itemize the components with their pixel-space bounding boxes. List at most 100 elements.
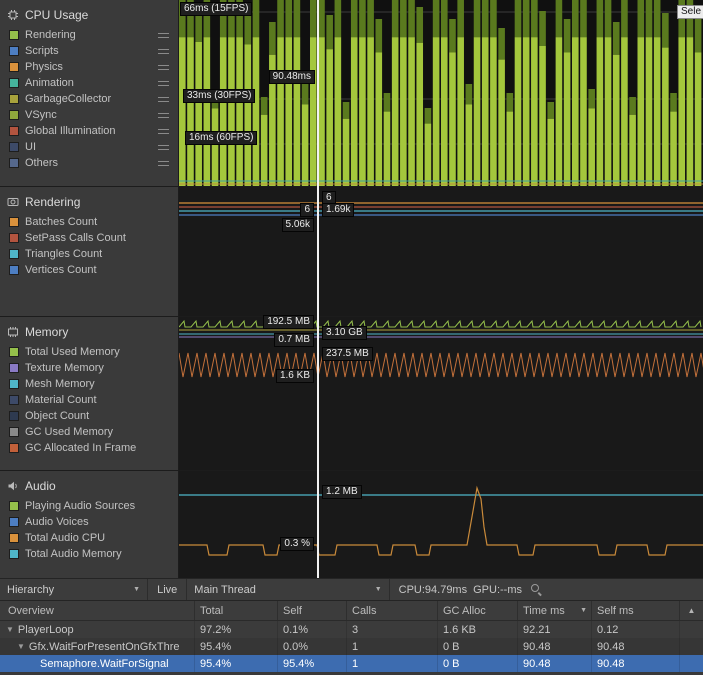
module-title-memory: Memory [25, 325, 69, 339]
legend-item-garbagecollector[interactable]: GarbageCollector [0, 91, 178, 107]
drag-handle-icon[interactable] [158, 161, 169, 166]
drag-handle-icon[interactable] [158, 49, 169, 54]
foldout-open-icon[interactable]: ▼ [6, 625, 14, 634]
drag-handle-icon[interactable] [158, 65, 169, 70]
legend-label: VSync [25, 109, 57, 121]
frame-selection-line[interactable] [317, 0, 319, 578]
legend-item-triangles-count[interactable]: Triangles Count [0, 246, 178, 262]
column-header-self-ms[interactable]: Self ms [592, 601, 680, 620]
table-row-playerloop[interactable]: ▼ PlayerLoop 97.2% 0.1% 3 1.6 KB 92.21 0.12 [0, 621, 703, 638]
rendering-legend: Batches Count SetPass Calls Count Triangle… [0, 214, 178, 278]
row-value-cell: 90.48 [518, 638, 592, 655]
drag-handle-icon[interactable] [158, 129, 169, 134]
drag-handle-icon[interactable] [158, 33, 169, 38]
table-body: ▼ PlayerLoop 97.2% 0.1% 3 1.6 KB 92.21 0.12 ▼ Gfx… [0, 621, 703, 675]
column-header-total[interactable]: Total [195, 601, 278, 620]
legend-item-ui[interactable]: UI [0, 139, 178, 155]
rendering-chart[interactable] [179, 187, 703, 316]
drag-handle-icon[interactable] [158, 113, 169, 118]
cpu-module: CPU Usage Rendering Scripts Physics Animati… [0, 0, 703, 186]
column-header-self[interactable]: Self [278, 601, 347, 620]
legend-item-scripts[interactable]: Scripts [0, 43, 178, 59]
legend-label: Object Count [25, 410, 90, 422]
legend-color-swatch [9, 379, 19, 389]
memory-16kb-label: 1.6 KB [275, 369, 314, 383]
cpu-33ms-label: 33ms (30FPS) [183, 89, 256, 103]
legend-item-object-count[interactable]: Object Count [0, 408, 178, 424]
legend-label: UI [25, 141, 36, 153]
legend-item-vertices-count[interactable]: Vertices Count [0, 262, 178, 278]
memory-header[interactable]: Memory [0, 317, 178, 344]
row-value-cell: 0 B [438, 638, 518, 655]
rendering-header[interactable]: Rendering [0, 187, 178, 214]
legend-item-audio-voices[interactable]: Audio Voices [0, 514, 178, 530]
cpu-legend: Rendering Scripts Physics Animation GarbageC… [0, 27, 178, 171]
legend-item-global-illumination[interactable]: Global Illumination [0, 123, 178, 139]
foldout-open-icon[interactable]: ▼ [17, 642, 25, 651]
legend-item-gc-used-memory[interactable]: GC Used Memory [0, 424, 178, 440]
scroll-up-icon[interactable]: ▲ [680, 601, 703, 620]
search-icon[interactable] [530, 583, 543, 596]
legend-item-material-count[interactable]: Material Count [0, 392, 178, 408]
module-title-audio: Audio [25, 479, 56, 493]
audio-chart[interactable] [179, 471, 703, 578]
legend-label: Mesh Memory [25, 378, 95, 390]
legend-label: Rendering [25, 29, 76, 41]
drag-handle-icon[interactable] [158, 97, 169, 102]
column-header-gc-alloc[interactable]: GC Alloc [438, 601, 518, 620]
rendering-sidebar: Rendering Batches Count SetPass Calls Cou… [0, 187, 179, 316]
legend-item-playing-audio-sources[interactable]: Playing Audio Sources [0, 498, 178, 514]
row-value-cell: 92.21 [518, 621, 592, 638]
table-row-semaphore-waitforsignal[interactable]: Semaphore.WaitForSignal 95.4% 95.4% 1 0 B 90.… [0, 655, 703, 672]
column-header-calls[interactable]: Calls [347, 601, 438, 620]
legend-color-swatch [9, 94, 19, 104]
legend-color-swatch [9, 363, 19, 373]
live-toggle[interactable]: Live [148, 579, 188, 600]
drag-handle-icon[interactable] [158, 81, 169, 86]
legend-item-vsync[interactable]: VSync [0, 107, 178, 123]
row-label: PlayerLoop [17, 623, 74, 636]
legend-item-mesh-memory[interactable]: Mesh Memory [0, 376, 178, 392]
column-header-time-ms[interactable]: Time ms ▼ [518, 601, 592, 620]
legend-color-swatch [9, 142, 19, 152]
sort-indicator-icon: ▼ [580, 607, 587, 614]
audio-header[interactable]: Audio [0, 471, 178, 498]
table-row-gfx-waitforpresentongfxthre[interactable]: ▼ Gfx.WaitForPresentOnGfxThre 95.4% 0.0% 1 0 … [0, 638, 703, 655]
legend-color-swatch [9, 46, 19, 56]
legend-item-batches-count[interactable]: Batches Count [0, 214, 178, 230]
legend-label: Triangles Count [25, 248, 103, 260]
legend-color-swatch [9, 217, 19, 227]
legend-color-swatch [9, 443, 19, 453]
legend-item-physics[interactable]: Physics [0, 59, 178, 75]
cpu-usage-header[interactable]: CPU Usage [0, 0, 178, 27]
row-tail-cell [680, 655, 703, 672]
legend-item-total-used-memory[interactable]: Total Used Memory [0, 344, 178, 360]
legend-item-total-audio-cpu[interactable]: Total Audio CPU [0, 530, 178, 546]
detail-toolbar: Hierarchy ▼ Live Main Thread ▼ CPU:94.79… [0, 578, 703, 600]
legend-color-swatch [9, 501, 19, 511]
table-header: Overview Total Self Calls GC Alloc Time … [0, 600, 703, 621]
row-name-cell: Semaphore.WaitForSignal [0, 655, 195, 672]
legend-item-animation[interactable]: Animation [0, 75, 178, 91]
legend-label: Batches Count [25, 216, 98, 228]
thread-dropdown[interactable]: Main Thread ▼ [187, 579, 390, 600]
legend-label: Scripts [25, 45, 59, 57]
legend-color-swatch [9, 427, 19, 437]
legend-label: GC Used Memory [25, 426, 114, 438]
chevron-down-icon: ▼ [374, 586, 382, 593]
cpu-66ms-label: 66ms (15FPS) [180, 2, 253, 16]
column-header-overview[interactable]: Overview [0, 601, 195, 620]
legend-item-texture-memory[interactable]: Texture Memory [0, 360, 178, 376]
rendering-triangles-label: 5.06k [281, 218, 314, 232]
search-input[interactable] [543, 583, 703, 596]
detail-view-dropdown[interactable]: Hierarchy ▼ [0, 579, 149, 600]
drag-handle-icon[interactable] [158, 145, 169, 150]
legend-item-setpass-calls-count[interactable]: SetPass Calls Count [0, 230, 178, 246]
legend-item-rendering[interactable]: Rendering [0, 27, 178, 43]
cpu-chart[interactable] [179, 0, 703, 186]
row-value-cell: 0.1% [278, 621, 347, 638]
legend-item-total-audio-memory[interactable]: Total Audio Memory [0, 546, 178, 562]
memory-chart[interactable] [179, 317, 703, 470]
legend-item-gc-allocated-in-frame[interactable]: GC Allocated In Frame [0, 440, 178, 456]
legend-item-others[interactable]: Others [0, 155, 178, 171]
